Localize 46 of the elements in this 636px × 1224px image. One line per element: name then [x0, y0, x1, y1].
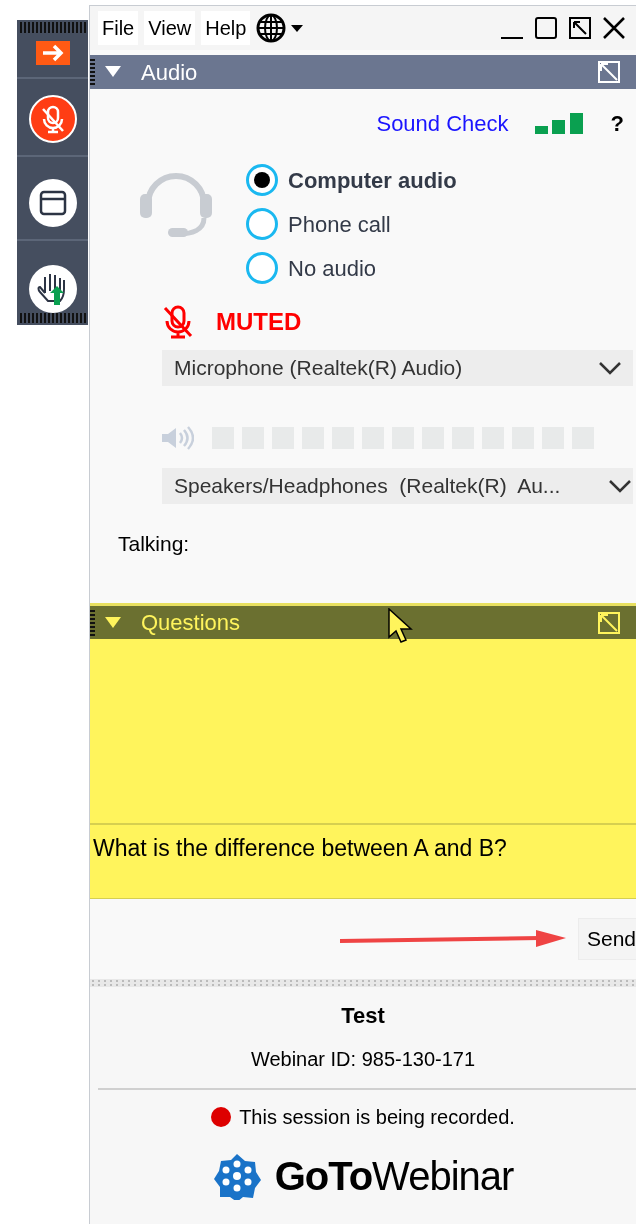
radio-label[interactable]: No audio — [288, 251, 377, 285]
splitter-handle[interactable] — [90, 979, 636, 987]
talking-label: Talking: — [118, 531, 191, 557]
grip-handle[interactable] — [19, 312, 86, 323]
collapse-icon[interactable] — [105, 66, 121, 78]
menu-item[interactable]: Help — [201, 11, 251, 45]
mouse-cursor-icon — [388, 608, 414, 644]
webinar-id: Webinar ID: 985-130-171 — [250, 1047, 476, 1072]
grip-handle[interactable] — [90, 59, 95, 85]
sound-check-link[interactable]: Sound Check — [376, 107, 509, 140]
recording-notice: This session is being recorded. — [239, 1105, 515, 1130]
menu-item[interactable]: File — [98, 11, 139, 45]
radio-label[interactable]: Phone call — [288, 207, 391, 241]
grip-handle[interactable] — [19, 22, 86, 33]
chevron-down-icon — [609, 479, 631, 493]
help-icon[interactable]: ? — [610, 107, 624, 140]
raise-hand-icon[interactable] — [28, 264, 77, 313]
muted-microphone-icon[interactable] — [28, 94, 77, 143]
close-icon[interactable] — [602, 16, 626, 40]
mute-status: MUTED — [216, 307, 302, 337]
panel-header[interactable]: Audio — [90, 55, 636, 89]
radio-button[interactable] — [246, 164, 278, 196]
webinar-title: Test — [341, 1002, 385, 1030]
grip-handle[interactable] — [90, 609, 95, 636]
radio-button[interactable] — [246, 252, 278, 284]
signal-strength-icon — [534, 112, 585, 135]
speaker-dropdown[interactable]: Speakers/Headphones (Realtek(R) Au... — [162, 468, 633, 504]
collapse-icon[interactable] — [105, 616, 121, 629]
panel-title: Audio — [141, 58, 198, 87]
speaker-icon — [162, 426, 194, 450]
microphone-dropdown[interactable]: Microphone (Realtek(R) Audio) — [162, 350, 633, 386]
window-icon[interactable] — [28, 178, 77, 227]
menu-item[interactable]: View — [144, 11, 196, 45]
recording-indicator-icon — [211, 1107, 232, 1127]
chevron-down-icon — [599, 361, 621, 375]
muted-microphone-icon — [162, 305, 194, 339]
product-logo: GoToWebinar — [274, 1153, 514, 1200]
radio-button[interactable] — [246, 208, 278, 240]
send-button[interactable]: Send — [578, 918, 636, 960]
panel-title: Questions — [141, 609, 241, 637]
maximize-icon[interactable] — [534, 16, 558, 40]
logo-icon — [212, 1152, 261, 1200]
popout-icon[interactable] — [598, 611, 620, 634]
radio-label[interactable]: Computer audio — [288, 163, 457, 197]
undock-icon[interactable] — [568, 16, 592, 40]
question-input[interactable]: What is the difference between A and B? — [90, 825, 636, 899]
